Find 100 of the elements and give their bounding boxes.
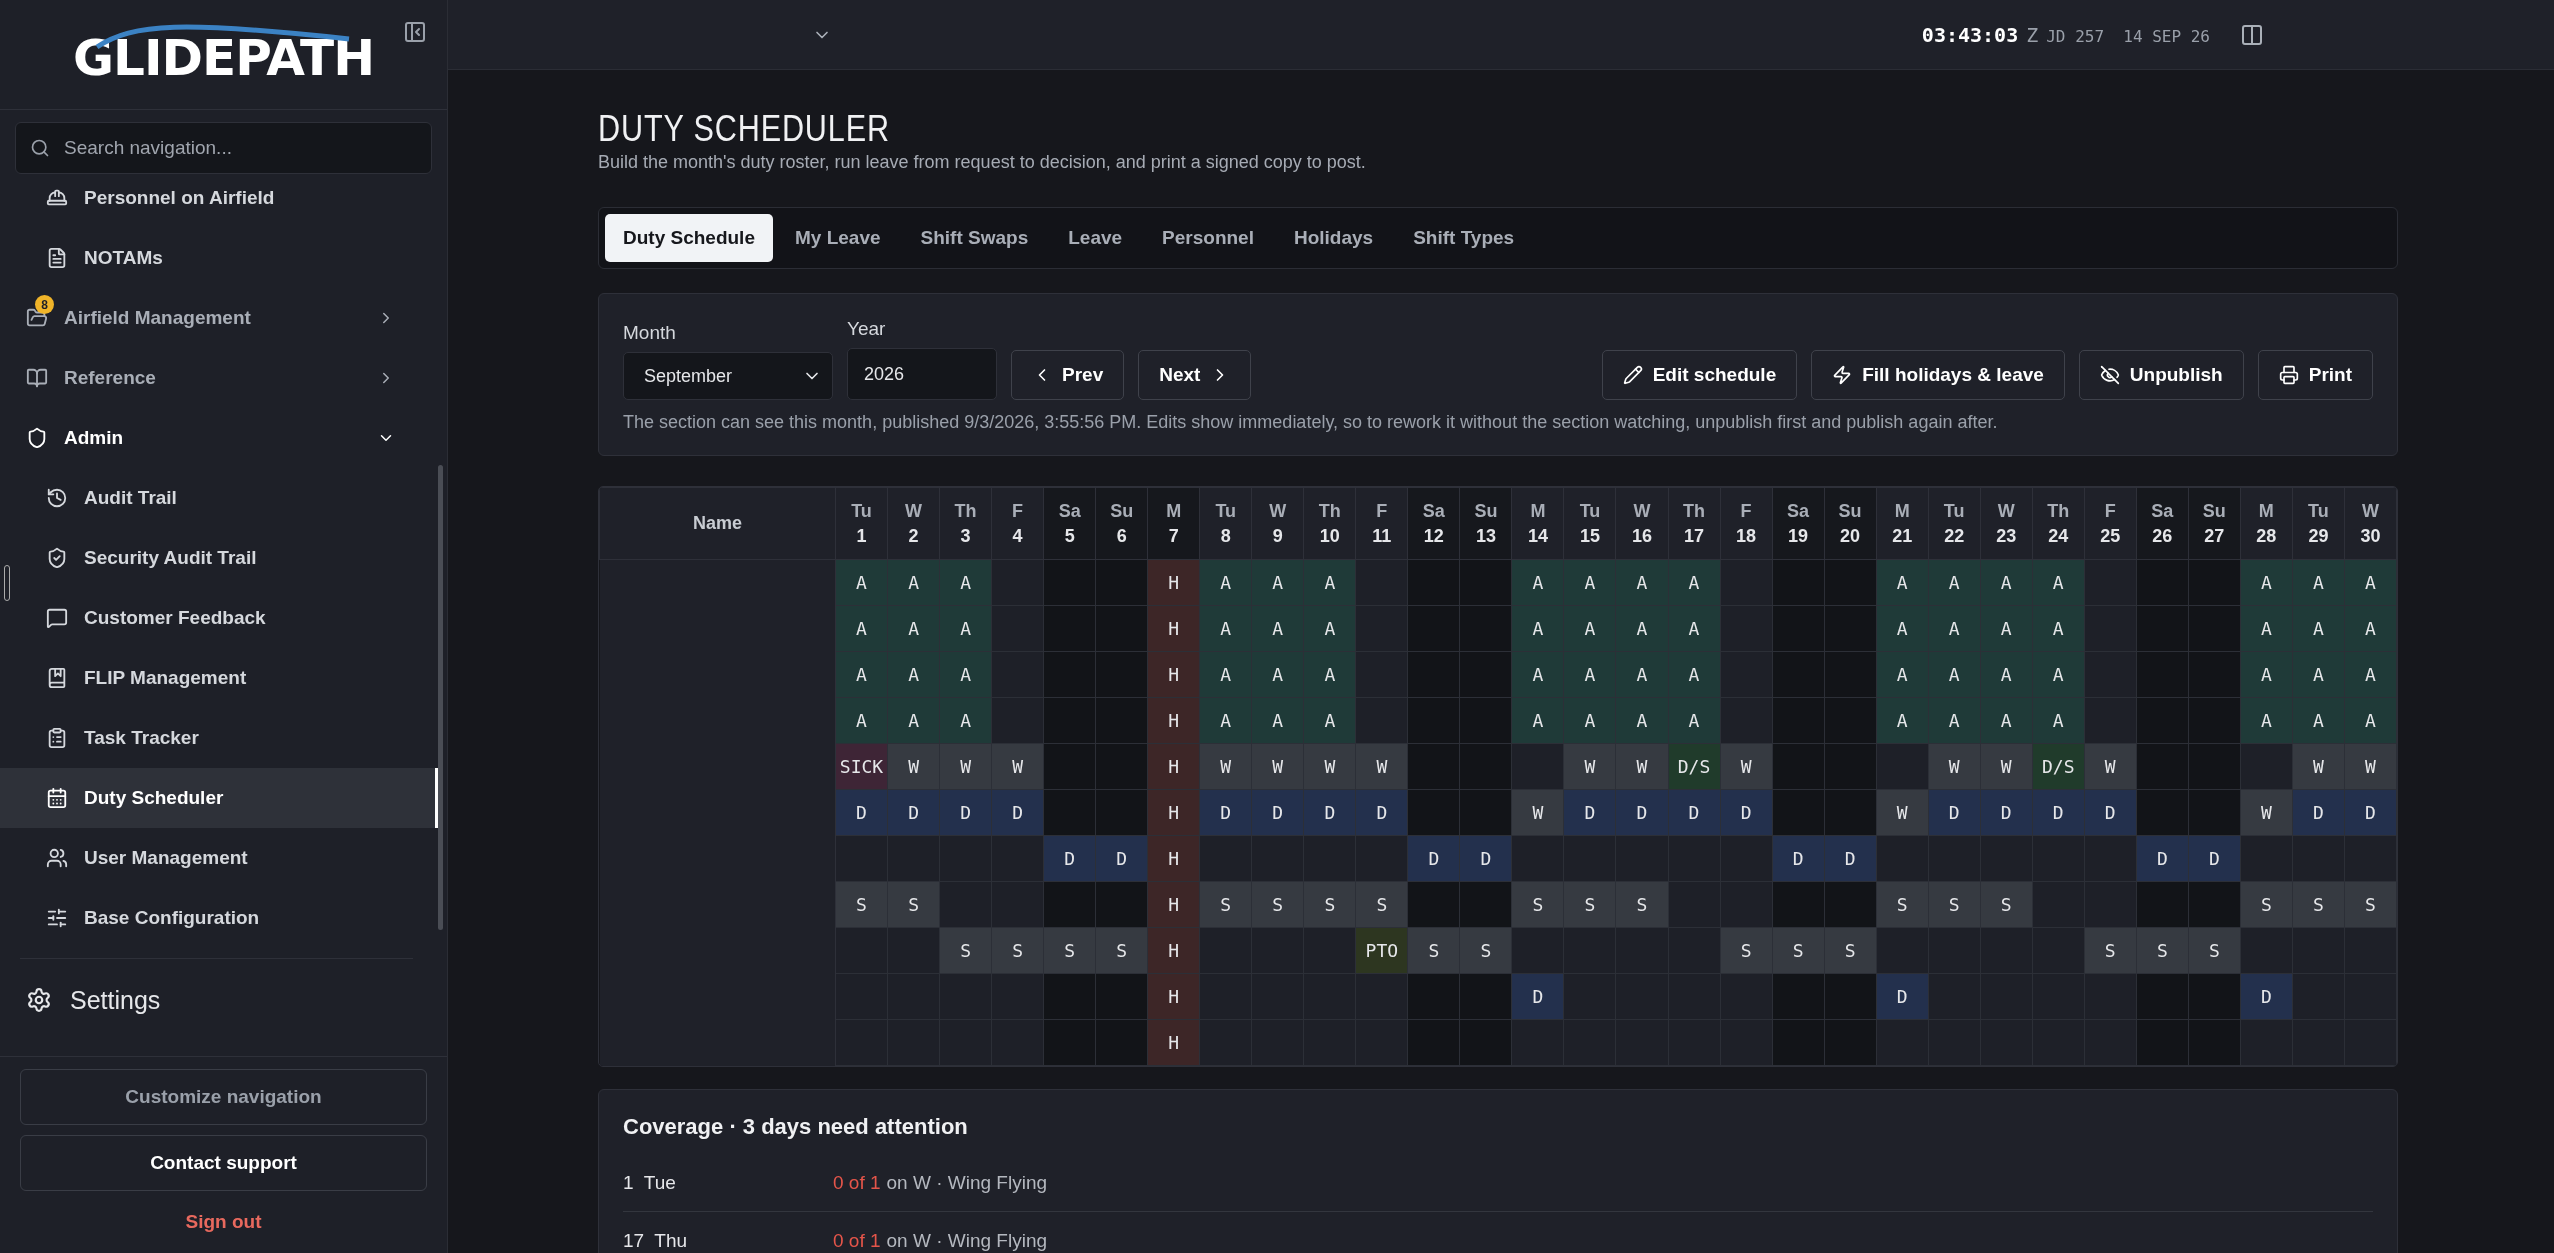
- shift-cell[interactable]: A: [1563, 651, 1616, 698]
- shift-cell[interactable]: A: [1668, 559, 1721, 606]
- tab[interactable]: Shift Types: [1395, 214, 1533, 262]
- shift-cell[interactable]: W: [1615, 743, 1668, 790]
- shift-cell[interactable]: A: [1199, 605, 1252, 652]
- shift-cell[interactable]: A: [939, 697, 992, 744]
- shift-cell[interactable]: D: [1043, 835, 1096, 882]
- shift-cell[interactable]: A: [1615, 605, 1668, 652]
- shift-cell[interactable]: H: [1147, 973, 1200, 1020]
- tab[interactable]: My Leave: [777, 214, 899, 262]
- tab[interactable]: Shift Swaps: [902, 214, 1047, 262]
- shift-cell[interactable]: A: [1668, 651, 1721, 698]
- shift-cell[interactable]: S: [1095, 927, 1148, 974]
- shift-cell[interactable]: W: [991, 743, 1044, 790]
- shift-cell[interactable]: S: [1407, 927, 1460, 974]
- shift-cell[interactable]: S: [2188, 927, 2241, 974]
- shift-cell[interactable]: H: [1147, 743, 1200, 790]
- shift-cell[interactable]: S: [1355, 881, 1408, 928]
- shift-cell[interactable]: D: [1772, 835, 1825, 882]
- shift-cell[interactable]: D: [1824, 835, 1877, 882]
- shift-cell[interactable]: S: [1876, 881, 1929, 928]
- shift-cell[interactable]: S: [1980, 881, 2033, 928]
- shift-cell[interactable]: A: [1928, 697, 1981, 744]
- action-button[interactable]: Edit schedule: [1601, 350, 1798, 400]
- shift-cell[interactable]: A: [1615, 697, 1668, 744]
- shift-cell[interactable]: W: [887, 743, 940, 790]
- shift-cell[interactable]: D: [1720, 789, 1773, 836]
- shift-cell[interactable]: D: [2136, 835, 2189, 882]
- shift-cell[interactable]: SICK: [835, 743, 888, 790]
- shift-cell[interactable]: H: [1147, 835, 1200, 882]
- shift-cell[interactable]: W: [2240, 789, 2293, 836]
- shift-cell[interactable]: A: [1980, 697, 2033, 744]
- shift-cell[interactable]: D/S: [1668, 743, 1721, 790]
- nav-group[interactable]: 8 Airfield Management: [0, 288, 439, 348]
- shift-cell[interactable]: H: [1147, 697, 1200, 744]
- shift-cell[interactable]: S: [991, 927, 1044, 974]
- shift-cell[interactable]: S: [1824, 927, 1877, 974]
- shift-cell[interactable]: S: [1720, 927, 1773, 974]
- shift-cell[interactable]: D: [1251, 789, 1304, 836]
- shift-cell[interactable]: A: [1876, 651, 1929, 698]
- shift-cell[interactable]: D/S: [2032, 743, 2085, 790]
- shift-cell[interactable]: D: [1095, 835, 1148, 882]
- shift-cell[interactable]: A: [887, 697, 940, 744]
- shift-cell[interactable]: H: [1147, 1019, 1200, 1066]
- shift-cell[interactable]: A: [1563, 605, 1616, 652]
- shift-cell[interactable]: D: [2344, 789, 2397, 836]
- shift-cell[interactable]: A: [1303, 651, 1356, 698]
- nav-item[interactable]: Duty Scheduler: [0, 768, 439, 828]
- shift-cell[interactable]: A: [1928, 605, 1981, 652]
- tab[interactable]: Personnel: [1144, 214, 1272, 262]
- shift-cell[interactable]: D: [835, 789, 888, 836]
- customize-navigation-button[interactable]: Customize navigation: [20, 1069, 427, 1125]
- shift-cell[interactable]: S: [1511, 881, 1564, 928]
- shift-cell[interactable]: A: [2344, 605, 2397, 652]
- shift-cell[interactable]: A: [1980, 605, 2033, 652]
- tab[interactable]: Duty Schedule: [605, 214, 773, 262]
- shift-cell[interactable]: A: [2240, 697, 2293, 744]
- shift-cell[interactable]: D: [1876, 973, 1929, 1020]
- shift-cell[interactable]: W: [1511, 789, 1564, 836]
- nav-item[interactable]: Security Audit Trail: [0, 528, 439, 588]
- shift-cell[interactable]: S: [1772, 927, 1825, 974]
- shift-cell[interactable]: A: [1928, 651, 1981, 698]
- shift-cell[interactable]: A: [1199, 651, 1252, 698]
- shift-cell[interactable]: H: [1147, 927, 1200, 974]
- action-button[interactable]: Print: [2257, 350, 2373, 400]
- contact-support-button[interactable]: Contact support: [20, 1135, 427, 1191]
- shift-cell[interactable]: A: [2032, 605, 2085, 652]
- shift-cell[interactable]: A: [1615, 559, 1668, 606]
- shift-cell[interactable]: A: [939, 605, 992, 652]
- shift-cell[interactable]: H: [1147, 651, 1200, 698]
- shift-cell[interactable]: A: [887, 605, 940, 652]
- nav-item[interactable]: User Management: [0, 828, 439, 888]
- shift-cell[interactable]: W: [1563, 743, 1616, 790]
- shift-cell[interactable]: A: [939, 559, 992, 606]
- shift-cell[interactable]: A: [1199, 697, 1252, 744]
- shift-cell[interactable]: D: [2240, 973, 2293, 1020]
- action-button[interactable]: Fill holidays & leave: [1811, 350, 2065, 400]
- shift-cell[interactable]: A: [1928, 559, 1981, 606]
- action-button[interactable]: Unpublish: [2078, 350, 2244, 400]
- shift-cell[interactable]: A: [1563, 697, 1616, 744]
- tab[interactable]: Holidays: [1275, 214, 1392, 262]
- shift-cell[interactable]: A: [1511, 651, 1564, 698]
- shift-cell[interactable]: A: [1876, 559, 1929, 606]
- shift-cell[interactable]: A: [2240, 605, 2293, 652]
- shift-cell[interactable]: D: [1459, 835, 1512, 882]
- month-select[interactable]: September: [623, 352, 833, 400]
- shift-cell[interactable]: S: [2084, 927, 2137, 974]
- shift-cell[interactable]: A: [2292, 651, 2345, 698]
- shift-cell[interactable]: S: [2292, 881, 2345, 928]
- shift-cell[interactable]: S: [835, 881, 888, 928]
- shift-cell[interactable]: A: [1511, 605, 1564, 652]
- shift-cell[interactable]: W: [1928, 743, 1981, 790]
- shift-cell[interactable]: A: [1668, 697, 1721, 744]
- tab[interactable]: Leave: [1050, 214, 1141, 262]
- nav-item[interactable]: Base Configuration: [0, 888, 439, 948]
- shift-cell[interactable]: S: [939, 927, 992, 974]
- shift-cell[interactable]: W: [2344, 743, 2397, 790]
- year-input[interactable]: 2026: [847, 348, 997, 400]
- shift-cell[interactable]: S: [1459, 927, 1512, 974]
- prev-button[interactable]: Prev: [1011, 350, 1125, 400]
